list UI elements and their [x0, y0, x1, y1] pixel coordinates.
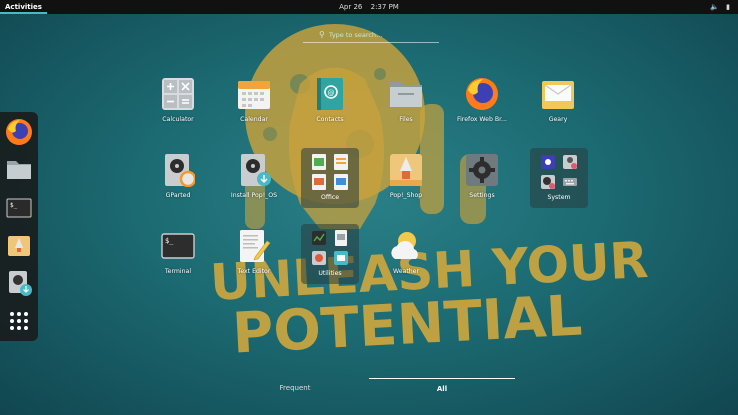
- app-label: Calendar: [240, 116, 268, 123]
- dash: $_: [0, 112, 38, 341]
- app-weather[interactable]: Weather: [376, 229, 436, 299]
- all-tab[interactable]: All: [369, 378, 515, 396]
- spreadsheet-icon: [312, 154, 326, 170]
- app-label: Calculator: [162, 116, 194, 123]
- shop-icon: [8, 236, 30, 256]
- folder-label: System: [547, 194, 571, 201]
- show-applications-button[interactable]: [4, 306, 34, 336]
- dash-item-install-pop-os[interactable]: [4, 268, 34, 298]
- app-calculator[interactable]: Calculator: [148, 77, 208, 147]
- app-label: Contacts: [316, 116, 344, 123]
- folder-label: Utilities: [318, 270, 342, 277]
- terminal-icon: $_: [161, 233, 195, 259]
- text-document-icon: [334, 174, 348, 190]
- battery-icon[interactable]: ▮: [726, 0, 730, 14]
- svg-text:@: @: [328, 89, 335, 97]
- app-label: Settings: [469, 192, 495, 199]
- volume-icon[interactable]: 🔈: [710, 0, 719, 14]
- frequent-tab[interactable]: Frequent: [222, 378, 368, 396]
- document-icon: [334, 154, 348, 170]
- app-contacts[interactable]: @ Contacts: [300, 77, 360, 147]
- disk-usage-icon: [541, 175, 555, 189]
- system-tray[interactable]: 🔈 ▮: [710, 0, 730, 14]
- desktop-wallpaper: UNLEASH YOUR POTENTIAL: [0, 14, 738, 415]
- disk-install-icon: [9, 271, 32, 296]
- search-bar[interactable]: ⚲: [303, 27, 439, 43]
- app-label: Terminal: [164, 268, 192, 275]
- app-label: Pop!_Shop: [389, 192, 423, 199]
- app-install-pop-os[interactable]: Install Pop!_OS: [224, 153, 284, 223]
- contacts-icon: @: [317, 78, 343, 110]
- app-label: Geary: [548, 116, 568, 123]
- keyboard-icon: [563, 178, 577, 186]
- app-label: Install Pop!_OS: [230, 192, 278, 199]
- calendar-icon: [238, 81, 270, 109]
- folder-label: Office: [320, 194, 340, 201]
- app-label: Text Editor: [237, 268, 271, 275]
- monitor-icon: [312, 231, 326, 245]
- clock-date: Apr 26: [339, 3, 363, 11]
- system-monitor-icon: [541, 155, 555, 169]
- firefox-icon: [466, 78, 498, 110]
- app-label: Weather: [392, 268, 420, 275]
- app-folder-utilities[interactable]: Utilities: [301, 224, 359, 284]
- wallpaper-art: UNLEASH YOUR POTENTIAL: [209, 24, 650, 367]
- app-terminal[interactable]: $_ Terminal: [148, 229, 208, 299]
- app-gparted[interactable]: GParted: [148, 153, 208, 223]
- presentation-icon: [312, 174, 326, 190]
- shop-icon: [390, 154, 422, 186]
- app-settings[interactable]: Settings: [452, 153, 512, 223]
- screenshot-icon: [334, 251, 348, 265]
- search-input[interactable]: [328, 30, 429, 39]
- app-text-editor[interactable]: Text Editor: [224, 229, 284, 299]
- calculator-icon: [162, 78, 194, 110]
- users-icon: [563, 155, 577, 169]
- dash-item-firefox[interactable]: [4, 117, 34, 147]
- clock-time: 2:37 PM: [370, 3, 399, 11]
- mail-icon: [542, 81, 574, 109]
- folder-icon: [7, 161, 31, 179]
- document-viewer-icon: [335, 230, 347, 246]
- text-editor-icon: [240, 230, 271, 262]
- app-folder-system[interactable]: System: [530, 148, 588, 208]
- svg-text:$_: $_: [165, 237, 174, 245]
- folder-icon: [390, 82, 422, 107]
- app-folder-office[interactable]: Office: [301, 148, 359, 208]
- disk-install-icon: [241, 154, 271, 186]
- app-label: Firefox Web Br...: [456, 116, 508, 123]
- clock[interactable]: Apr 26 2:37 PM: [0, 0, 738, 14]
- app-firefox[interactable]: Firefox Web Br...: [452, 77, 512, 147]
- app-files[interactable]: Files: [376, 77, 436, 147]
- weather-icon: [391, 232, 418, 259]
- app-label: Files: [399, 116, 413, 123]
- app-geary[interactable]: Geary: [528, 77, 588, 147]
- gear-icon: [466, 154, 498, 186]
- search-icon: ⚲: [319, 30, 325, 39]
- dash-item-files[interactable]: [4, 154, 34, 184]
- grid-icon: [10, 312, 28, 330]
- dash-item-terminal[interactable]: $_: [4, 193, 34, 223]
- app-label: GParted: [165, 192, 191, 199]
- svg-text:$_: $_: [10, 202, 18, 209]
- disk-icon: [165, 154, 195, 187]
- app-calendar[interactable]: Calendar: [224, 77, 284, 147]
- top-bar: Activities Apr 26 2:37 PM 🔈 ▮: [0, 0, 738, 14]
- archive-icon: [312, 251, 326, 265]
- firefox-icon: [6, 119, 32, 145]
- app-pop-shop[interactable]: Pop!_Shop: [376, 153, 436, 223]
- terminal-icon: $_: [6, 198, 32, 218]
- dash-item-pop-shop[interactable]: [4, 230, 34, 260]
